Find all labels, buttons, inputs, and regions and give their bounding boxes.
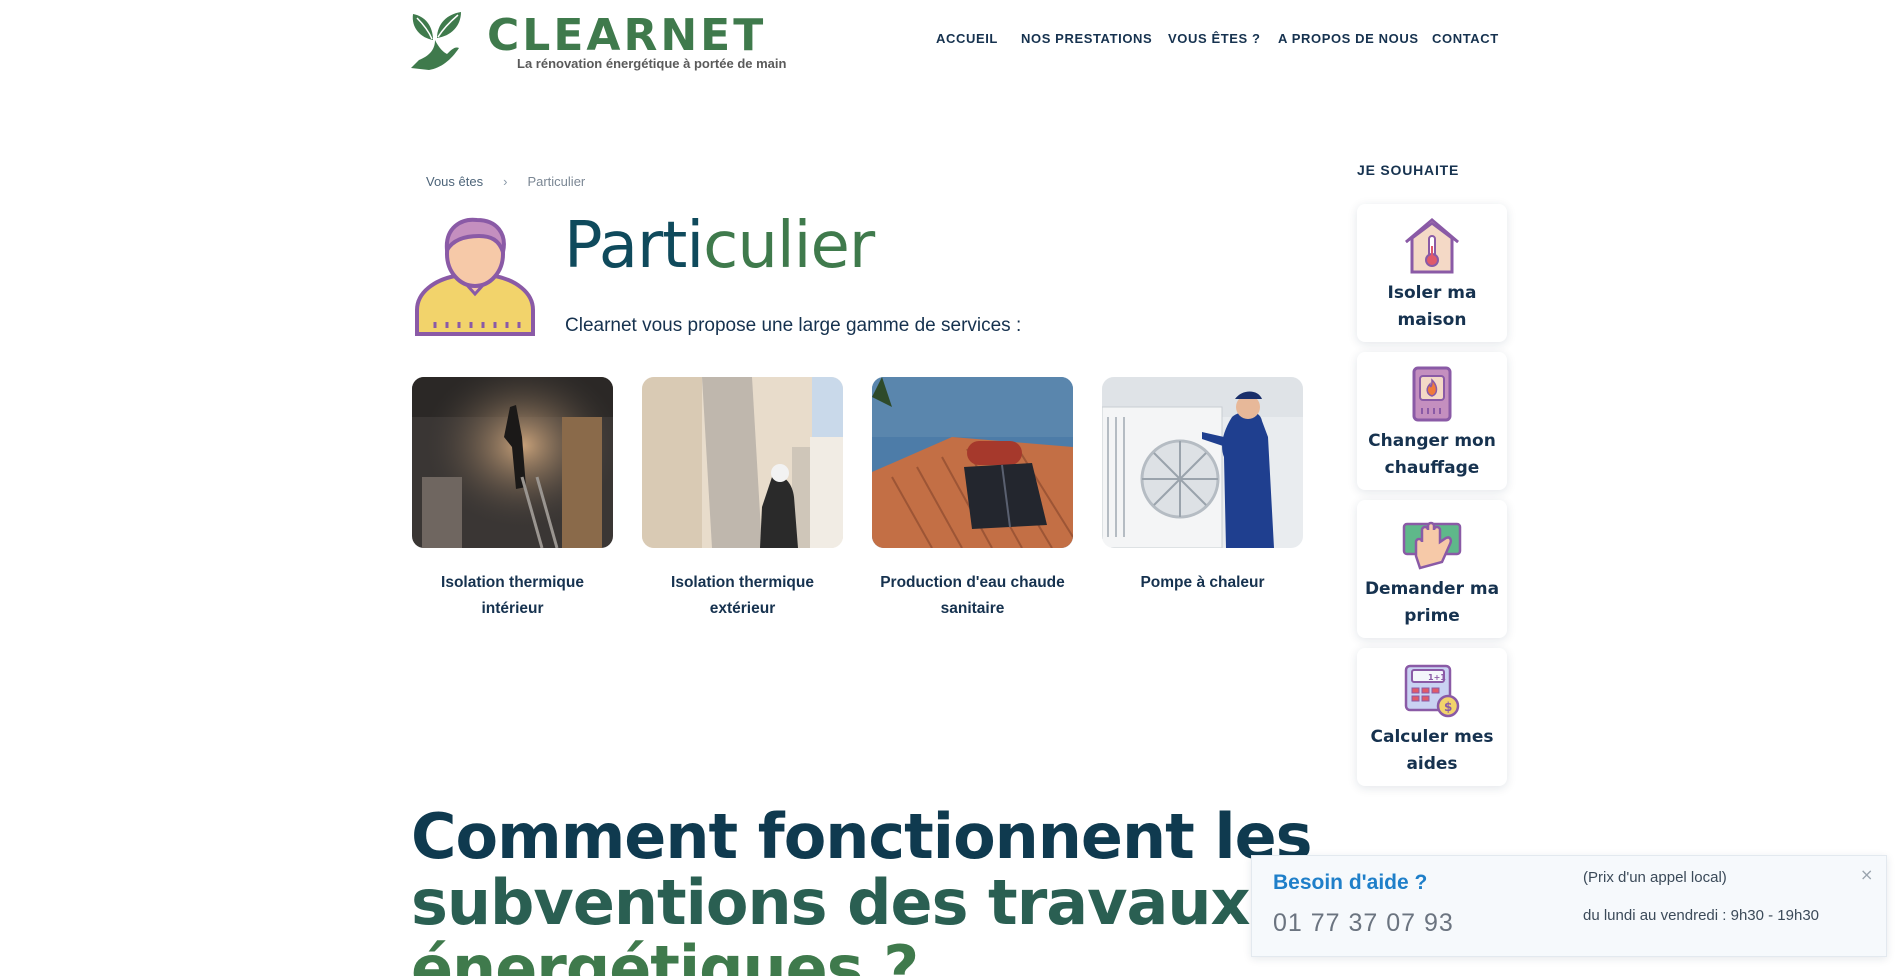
service-label: Isolation thermique extérieur: [671, 574, 814, 617]
help-phone-link[interactable]: 01 77 37 07 93: [1273, 909, 1454, 938]
site-header: CLEARNET La rénovation énergétique à por…: [0, 0, 1903, 90]
service-photo-solar-water-heater: [872, 377, 1073, 548]
logo-wordmark: CLEARNET: [487, 10, 767, 61]
close-icon[interactable]: ×: [1860, 865, 1873, 884]
svg-text:$: $: [1444, 700, 1452, 714]
nav-accueil[interactable]: ACCUEIL: [936, 31, 998, 46]
sidebar-item-isoler[interactable]: Isoler ma maison: [1357, 204, 1507, 342]
sidebar-title: JE SOUHAITE: [1357, 162, 1460, 178]
svg-text:1+1: 1+1: [1428, 673, 1446, 682]
section-heading-line2: subventions des travaux: [411, 866, 1250, 939]
breadcrumb-current: Particulier: [527, 174, 586, 189]
service-card-isolation-interieur[interactable]: Isolation thermique intérieur: [412, 377, 613, 622]
section-heading: Comment fonctionnent les subventions des…: [411, 800, 1313, 976]
nav-a-propos[interactable]: A PROPOS DE NOUS: [1278, 31, 1419, 46]
sidebar-item-label: Demander ma prime: [1364, 579, 1500, 626]
help-price-note: (Prix d'un appel local): [1583, 869, 1727, 886]
sidebar-item-chauffage[interactable]: Changer mon chauffage: [1357, 352, 1507, 490]
page-title: Particulier: [564, 206, 875, 286]
sidebar-item-aides[interactable]: 1+1 $ Calculer mes aides: [1357, 648, 1507, 786]
nav-vous-etes[interactable]: VOUS ÊTES ?: [1168, 31, 1261, 46]
service-card-isolation-exterieur[interactable]: Isolation thermique extérieur: [642, 377, 843, 622]
sidebar-item-label: Calculer mes aides: [1370, 727, 1494, 774]
intro-text: Clearnet vous propose une large gamme de…: [565, 315, 1022, 336]
help-widget: Besoin d'aide ? 01 77 37 07 93 (Prix d'u…: [1251, 855, 1887, 957]
leaf-hand-logo-icon: [411, 12, 461, 70]
logo-tagline: La rénovation énergétique à portée de ma…: [517, 56, 787, 71]
hand-money-icon: [1402, 521, 1462, 570]
service-photo-interior-insulation: [412, 377, 613, 548]
help-title: Besoin d'aide ?: [1273, 871, 1428, 894]
breadcrumb-parent-link[interactable]: Vous êtes: [426, 174, 483, 189]
person-avatar-icon: [415, 217, 535, 336]
service-photo-exterior-insulation: [642, 377, 843, 548]
boiler-flame-icon: [1412, 366, 1452, 422]
calculator-icon: 1+1 $: [1404, 664, 1460, 718]
page-title-part2: culier: [703, 209, 875, 283]
sidebar-item-prime[interactable]: Demander ma prime: [1357, 500, 1507, 638]
site-logo[interactable]: CLEARNET La rénovation énergétique à por…: [407, 10, 786, 72]
sidebar-item-label: Isoler ma maison: [1387, 283, 1477, 330]
sidebar-item-label: Changer mon chauffage: [1368, 431, 1496, 478]
breadcrumb: Vous êtes › Particulier: [426, 174, 585, 189]
nav-nos-prestations[interactable]: NOS PRESTATIONS: [1021, 31, 1152, 46]
page-title-part1: Parti: [564, 209, 704, 283]
service-label: Isolation thermique intérieur: [441, 574, 584, 617]
section-heading-line3: énergétiques ?: [411, 932, 919, 976]
section-heading-line1: Comment fonctionnent les: [411, 800, 1313, 873]
help-hours: du lundi au vendredi : 9h30 - 19h30: [1583, 907, 1820, 924]
service-label: Production d'eau chaude sanitaire: [880, 574, 1065, 617]
service-card-eau-chaude[interactable]: Production d'eau chaude sanitaire: [872, 377, 1073, 622]
breadcrumb-separator-icon: ›: [503, 174, 508, 189]
house-thermometer-icon: [1405, 218, 1459, 274]
nav-contact[interactable]: CONTACT: [1432, 31, 1499, 46]
service-label: Pompe à chaleur: [1140, 574, 1265, 591]
service-card-pompe-chaleur[interactable]: Pompe à chaleur: [1102, 377, 1303, 596]
service-photo-heat-pump: [1102, 377, 1303, 548]
